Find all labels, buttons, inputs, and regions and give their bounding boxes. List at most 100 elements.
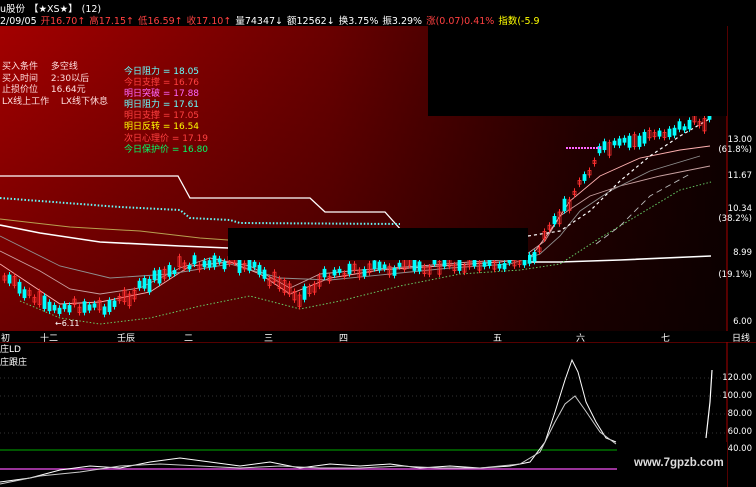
candle-down (377, 261, 382, 271)
candle-down (262, 269, 267, 279)
header-title-row: u股份 【★XS★】 (12) (0, 1, 105, 15)
candle-down (677, 121, 682, 130)
candle-down (372, 260, 377, 270)
candle-down (147, 278, 152, 293)
info-value: 多空线 (50, 62, 78, 72)
candle-down (332, 269, 337, 276)
candle-down (417, 261, 422, 272)
price-tick: 11.67 (727, 171, 752, 181)
candle-down (42, 295, 47, 309)
candle-down (222, 261, 227, 270)
candle-down (392, 267, 397, 276)
candle-down (137, 280, 142, 289)
indicator-tick: 80.00 (727, 409, 752, 419)
candle-down (22, 289, 27, 299)
indicator-tick: 60.00 (727, 427, 752, 437)
date-axis: 初 十二 壬辰 二 三 四 五 六 七 日线 (0, 331, 756, 344)
candle-down (207, 260, 212, 268)
strategy-info-box: 买入条件 多空线 买入时间 2:30以后 止损价位 16.64元 LX线上工作 … (2, 62, 117, 108)
price-level: 今日阻力 = 18.05 (124, 67, 200, 77)
price-level: 今日支撑 = 16.76 (124, 78, 200, 89)
candle-down (247, 258, 252, 271)
candle-down (257, 264, 262, 275)
header-field: 高17.15↑ (89, 16, 134, 27)
candle-down (362, 269, 367, 277)
candle-down (7, 274, 12, 284)
candle-down (622, 137, 627, 143)
candle-down (192, 255, 197, 265)
candle-down (112, 300, 117, 307)
candle-down (397, 262, 402, 267)
obscured-area-middle (228, 228, 528, 260)
price-level: 明日阻力 = 17.61 (124, 100, 200, 111)
indicator-line-2 (0, 395, 617, 485)
indicator-tick: 100.00 (722, 391, 752, 401)
candle-down (172, 270, 177, 275)
fib-pct-label: (38.2%) (718, 214, 752, 224)
price-level: 次日心理价 = 17.19 (124, 133, 209, 144)
info-row-buy-condition: 买入条件 多空线 (2, 62, 117, 74)
info-value: 16.64元 (50, 85, 86, 95)
header-field: 低16.59↑ (137, 16, 183, 27)
candle-down (562, 198, 567, 211)
candle-down (302, 286, 307, 300)
candle-down (482, 262, 487, 267)
header-field: 指数(-5.9 (498, 16, 540, 27)
info-label: 止损价位 (2, 85, 39, 95)
header-quote-row: 2/09/05 开16.70↑ 高17.15↑ 低16.59↑ 收17.10↑ 量7434… (0, 13, 544, 27)
candle-down (337, 268, 342, 273)
candle-down (57, 307, 62, 314)
info-label: 买入时间 (2, 73, 39, 84)
low-price-label: ←6.11 (55, 319, 80, 328)
header-field: 量74347↓ (235, 16, 283, 27)
header-field: 涨(0.07)0.41% (426, 16, 495, 27)
info-value: LX线下休息 (60, 96, 109, 107)
fib-pct-label: (61.8%) (718, 145, 752, 155)
info-row-buy-time: 买入时间 2:30以后 (2, 74, 117, 86)
candle-down (682, 126, 687, 131)
candle-down (642, 131, 647, 144)
header-field: 振3.29% (382, 16, 423, 27)
candle-down (382, 264, 387, 269)
candle-down (102, 306, 107, 315)
candle-down (217, 258, 222, 263)
fib-pct-label: (19.1%) (718, 270, 752, 280)
watermark-text: www.7gpzb.com (634, 457, 724, 469)
candle-down (252, 261, 257, 268)
candle-down (67, 305, 72, 313)
candle-down (687, 119, 692, 130)
candle-down (637, 135, 642, 147)
indicator-line-spike (705, 369, 713, 439)
candle-down (527, 254, 532, 264)
price-chart-panel[interactable]: ←6.11 买入条件 多空线 买入时间 2:30以后 止损价位 16.64元 L… (0, 26, 756, 331)
candle-down (612, 140, 617, 146)
candle-down (617, 138, 622, 146)
candle-down (142, 278, 147, 289)
candle-down (657, 130, 662, 137)
candle-down (497, 263, 502, 269)
info-value: 2:30以后 (50, 73, 90, 84)
candle-down (432, 259, 437, 265)
indicator-tick: 120.00 (722, 373, 752, 383)
candle-down (552, 216, 557, 225)
indicator-tick: 40.00 (727, 444, 752, 454)
price-levels-list: 今日阻力 = 18.05 今日支撑 = 16.76 明日突破 = 17.88 明日阻力… (124, 67, 234, 156)
candle-down (47, 301, 52, 312)
header-field: 开16.70↑ (40, 16, 86, 27)
candle-down (202, 260, 207, 268)
candle-down (602, 141, 607, 151)
price-tick: 10.34 (727, 204, 752, 214)
info-label: 买入条件 (2, 62, 39, 72)
candle-down (532, 252, 537, 262)
price-tick: 13.00 (727, 135, 752, 145)
candle-down (457, 260, 462, 271)
candle-down (212, 255, 217, 268)
candle-down (82, 301, 87, 313)
header-field: 换3.75% (338, 16, 379, 27)
candle-down (627, 135, 632, 148)
price-level: 今日保护价 = 16.80 (124, 144, 209, 155)
indicator-grid (0, 377, 727, 434)
candle-down (672, 127, 677, 136)
obscured-area-top (428, 26, 727, 116)
quote-header: u股份 【★XS★】 (12) 2/09/05 开16.70↑ 高17.15↑ 低16.5… (0, 0, 756, 27)
